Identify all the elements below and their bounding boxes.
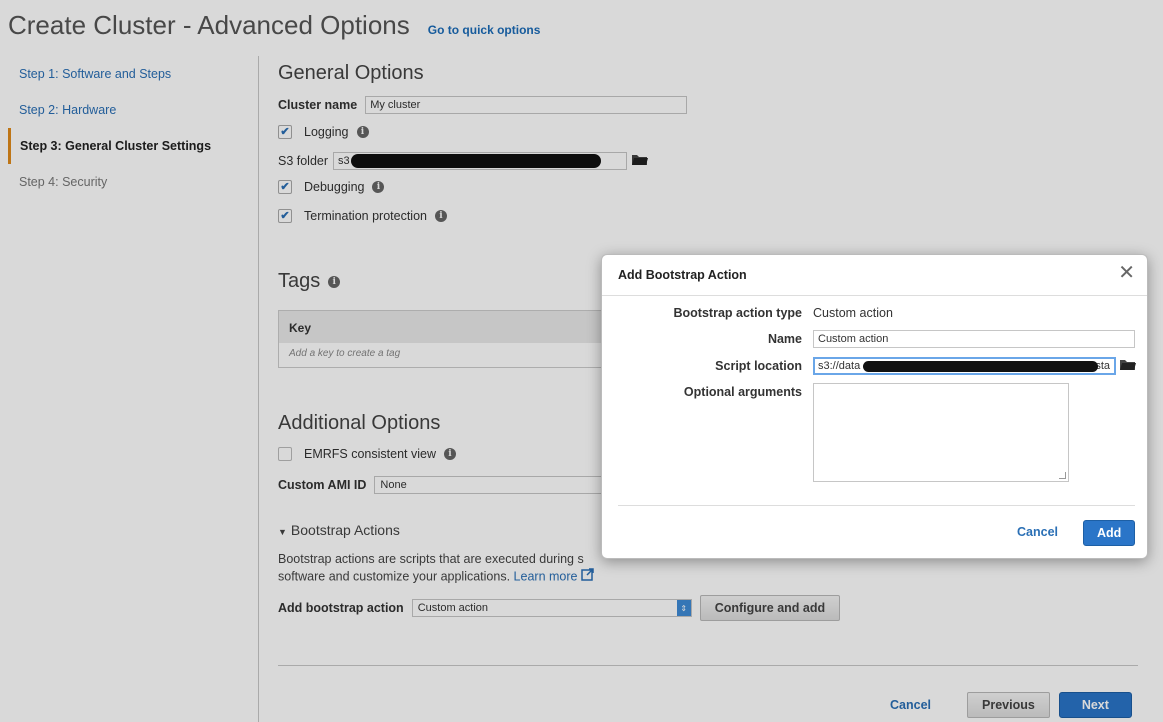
- optional-arguments-textarea[interactable]: [813, 383, 1069, 482]
- close-icon[interactable]: ✕: [1118, 263, 1135, 283]
- redaction: [863, 361, 1098, 372]
- steps-nav: Step 1: Software and Steps Step 2: Hardw…: [8, 56, 253, 200]
- logging-row: ✔ Logging i: [278, 125, 369, 139]
- footer-buttons: Cancel Previous Next: [890, 692, 1132, 718]
- cancel-button[interactable]: Cancel: [890, 698, 931, 712]
- configure-and-add-button[interactable]: Configure and add: [699, 595, 841, 621]
- add-bootstrap-value: Custom action: [417, 602, 489, 614]
- bootstrap-description-line2: software and customize your applications…: [278, 569, 511, 584]
- termination-protection-checkbox[interactable]: ✔: [278, 209, 292, 223]
- cluster-name-row: Cluster name: [278, 96, 688, 114]
- tags-title-row: Tags i: [278, 270, 341, 293]
- dialog-cancel-button[interactable]: Cancel: [1017, 525, 1058, 539]
- resize-grip-icon[interactable]: [1059, 472, 1066, 479]
- tag-key-header: Key: [279, 311, 607, 343]
- select-arrow-icon: ⇕: [676, 600, 691, 616]
- logging-label: Logging: [304, 125, 349, 139]
- emrfs-checkbox[interactable]: [278, 447, 292, 461]
- info-icon[interactable]: i: [443, 448, 456, 460]
- external-link-icon[interactable]: [581, 568, 594, 586]
- tags-title: Tags: [278, 270, 321, 292]
- step-software-and-steps[interactable]: Step 1: Software and Steps: [8, 56, 253, 92]
- dialog-add-button[interactable]: Add: [1083, 520, 1136, 546]
- tags-table: Key Add a key to create a tag: [278, 310, 608, 368]
- add-bootstrap-select[interactable]: Custom action ⇕: [411, 599, 692, 617]
- termination-protection-label: Termination protection: [304, 209, 427, 223]
- info-icon[interactable]: i: [372, 181, 385, 193]
- s3-folder-label: S3 folder: [278, 154, 329, 168]
- name-input[interactable]: [813, 330, 1135, 348]
- debugging-row: ✔ Debugging i: [278, 180, 385, 194]
- custom-ami-label: Custom AMI ID: [278, 478, 367, 492]
- add-bootstrap-action-dialog: Add Bootstrap Action ✕ Bootstrap action …: [601, 254, 1148, 559]
- step-general-cluster-settings[interactable]: Step 3: General Cluster Settings: [8, 128, 253, 164]
- previous-button[interactable]: Previous: [967, 692, 1050, 718]
- s3-folder-field: [333, 152, 628, 170]
- bootstrap-description-line1: Bootstrap actions are scripts that are e…: [278, 552, 584, 566]
- script-location-label: Script location: [715, 359, 802, 373]
- redaction: [351, 154, 602, 168]
- custom-ami-select[interactable]: None: [374, 476, 625, 494]
- info-icon[interactable]: i: [356, 126, 369, 138]
- emrfs-row: EMRFS consistent view i: [278, 447, 456, 461]
- emrfs-label: EMRFS consistent view: [304, 447, 436, 461]
- bootstrap-actions-toggle[interactable]: ▼ Bootstrap Actions: [278, 522, 400, 538]
- termination-protection-row: ✔ Termination protection i: [278, 209, 447, 223]
- go-to-quick-options-link[interactable]: Go to quick options: [428, 23, 541, 37]
- custom-ami-value: None: [380, 479, 407, 491]
- logging-checkbox[interactable]: ✔: [278, 125, 292, 139]
- script-location-input[interactable]: s3://data sta: [813, 357, 1116, 375]
- action-type-label: Bootstrap action type: [673, 306, 803, 320]
- cluster-name-input[interactable]: [365, 96, 688, 114]
- name-label: Name: [767, 332, 802, 346]
- caret-down-icon: ▼: [278, 527, 287, 537]
- title-row: Create Cluster - Advanced Options Go to …: [8, 10, 540, 41]
- script-location-prefix: s3://data: [818, 360, 861, 372]
- footer-divider: [278, 665, 1138, 666]
- dialog-title: Add Bootstrap Action: [618, 268, 747, 282]
- tag-key-input[interactable]: Add a key to create a tag: [279, 343, 607, 367]
- folder-icon[interactable]: [1119, 358, 1137, 374]
- step-hardware[interactable]: Step 2: Hardware: [8, 92, 253, 128]
- next-button[interactable]: Next: [1058, 692, 1132, 718]
- additional-options-title: Additional Options: [278, 412, 441, 434]
- bootstrap-actions-label: Bootstrap Actions: [290, 522, 400, 538]
- nav-divider: [258, 56, 259, 722]
- add-bootstrap-label: Add bootstrap action: [278, 601, 404, 615]
- debugging-label: Debugging: [304, 180, 365, 194]
- custom-ami-row: Custom AMI ID None: [278, 476, 625, 494]
- debugging-checkbox[interactable]: ✔: [278, 180, 292, 194]
- action-type-value: Custom action: [813, 306, 893, 320]
- cluster-name-label: Cluster name: [278, 98, 358, 112]
- s3-folder-row: S3 folder: [278, 152, 649, 170]
- learn-more-link[interactable]: Learn more: [514, 569, 578, 583]
- general-options-title: General Options: [278, 62, 424, 84]
- dialog-footer-divider: [618, 505, 1135, 506]
- optional-arguments-label: Optional arguments: [683, 385, 802, 399]
- page-title: Create Cluster - Advanced Options: [8, 10, 410, 40]
- step-security: Step 4: Security: [19, 175, 108, 189]
- folder-icon[interactable]: [631, 153, 649, 169]
- dialog-header-divider: [602, 295, 1147, 296]
- info-icon[interactable]: i: [434, 210, 447, 222]
- info-icon[interactable]: i: [328, 275, 341, 288]
- add-bootstrap-row: Add bootstrap action Custom action ⇕ Con…: [278, 595, 841, 621]
